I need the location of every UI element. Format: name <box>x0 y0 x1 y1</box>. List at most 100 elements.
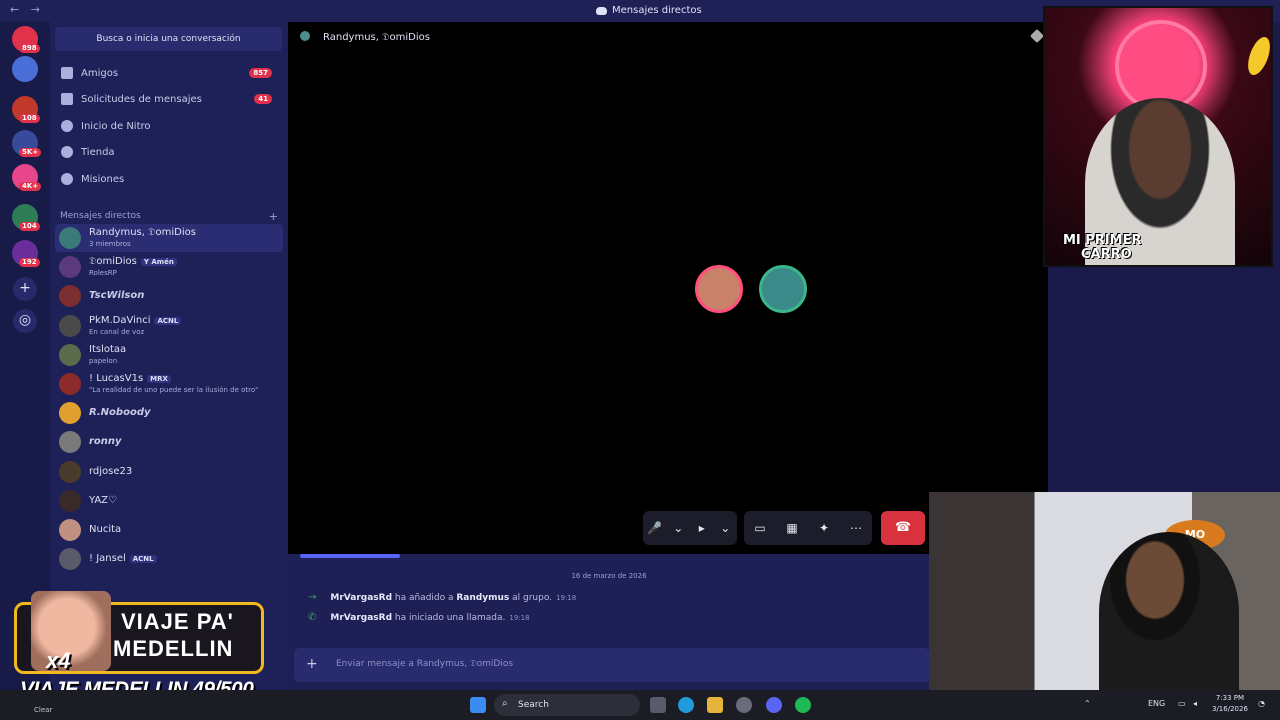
system-clock[interactable]: 7:33 PM 3/16/2026 <box>1212 693 1248 715</box>
history-nav: ← → <box>10 3 48 16</box>
caption-line-1: MI PRIMER <box>1063 233 1142 248</box>
activities-icon[interactable]: ▦ <box>784 521 800 535</box>
pin-icon[interactable] <box>1029 28 1045 44</box>
dm-item[interactable]: Itslotaa papelon <box>55 341 283 369</box>
dm-name: ! Jansel ACNL <box>89 553 157 564</box>
dm-item[interactable]: ! Jansel ACNL <box>55 545 283 573</box>
nav-item-tienda[interactable]: Tienda <box>58 140 280 164</box>
nav-item-inicio-de-nitro[interactable]: Inicio de Nitro <box>58 114 280 138</box>
nav-item-label: Misiones <box>81 173 125 185</box>
create-dm-icon[interactable]: + <box>269 210 278 223</box>
banner-face-image <box>31 591 111 671</box>
nav-item-amigos[interactable]: Amigos 857 <box>58 61 280 85</box>
network-icon[interactable]: ▭ <box>1178 699 1186 708</box>
message-actor[interactable]: MrVargasRd <box>330 613 392 623</box>
dm-name-text: YAZ♡ <box>89 494 117 506</box>
dm-status: "La realidad de uno puede ser la ilusión… <box>89 386 259 394</box>
chevron-down-icon[interactable]: ⌄ <box>670 521 686 535</box>
start-icon[interactable] <box>470 697 486 713</box>
discord-app-icon[interactable] <box>766 697 782 713</box>
microphone-icon[interactable]: 🎤 <box>647 521 663 535</box>
message-target[interactable]: Randymus <box>456 593 509 603</box>
avatar <box>59 227 81 249</box>
avatar <box>59 314 81 337</box>
message-input[interactable]: + Enviar mensaje a Randymus, 𝔇omiDios <box>294 648 930 682</box>
dm-item[interactable]: Randymus, 𝔇omiDios 3 miembros <box>55 224 283 252</box>
taskbar-search-label: Search <box>518 700 549 710</box>
search-icon: ⌕ <box>502 698 508 709</box>
guild-tag: MRX <box>147 375 171 383</box>
soundboard-icon[interactable]: ✦ <box>816 521 832 535</box>
dm-status: En canal de voz <box>89 327 145 336</box>
chevron-down-icon[interactable]: ⌄ <box>717 521 733 535</box>
server-icon[interactable] <box>12 56 38 82</box>
dm-item[interactable]: Nucita <box>55 516 283 544</box>
dm-name: YAZ♡ <box>89 495 117 506</box>
add-server-icon[interactable]: + <box>13 277 37 301</box>
message-input-placeholder: Enviar mensaje a Randymus, 𝔇omiDios <box>336 659 514 669</box>
message-text: ha añadido a <box>392 593 457 603</box>
dm-status: papelon <box>89 356 118 365</box>
dm-item[interactable]: ronny <box>55 428 283 456</box>
participant-avatar[interactable] <box>759 265 807 313</box>
avatar <box>59 460 81 483</box>
message-text: ha iniciado una llamada. <box>392 613 506 623</box>
dm-name: Nucita <box>89 524 121 535</box>
task-view-icon[interactable] <box>650 697 666 713</box>
tray-overflow-icon[interactable]: ⌃ <box>1084 699 1091 708</box>
dm-item[interactable]: TscWilson <box>55 282 283 310</box>
dm-name: R.Noboody <box>89 407 151 418</box>
back-arrow-icon[interactable]: ← <box>10 3 19 16</box>
dm-name: ronny <box>89 436 122 447</box>
discover-icon[interactable]: ◎ <box>13 309 37 333</box>
dm-item[interactable]: R.Noboody <box>55 399 283 427</box>
nav-item-label: Inicio de Nitro <box>81 120 151 132</box>
language-indicator[interactable]: ENG <box>1148 699 1165 708</box>
webcam-caption: MI PRIMER CARRO <box>1063 234 1142 262</box>
webcam-overlay-streamer: MI PRIMER CARRO <box>1043 6 1273 267</box>
forward-arrow-icon[interactable]: → <box>31 3 40 16</box>
attach-plus-icon[interactable]: + <box>306 656 318 672</box>
nav-item-label: Tienda <box>81 146 115 158</box>
taskbar-search[interactable]: ⌕ Search <box>494 694 640 716</box>
window-title-text: Mensajes directos <box>612 5 702 16</box>
edge-browser-icon[interactable] <box>678 697 694 713</box>
screen-share-icon[interactable]: ▭ <box>752 521 768 535</box>
dm-name-text: PkM.DaVinci <box>89 314 151 326</box>
volume-icon[interactable]: ◂ <box>1193 699 1197 708</box>
chat-panel: 16 de marzo de 2026 → MrVargasRd ha añadi… <box>288 554 930 690</box>
avatar <box>59 373 81 395</box>
dm-name: PkM.DaVinci ACNL <box>89 314 182 326</box>
search-conversation-button[interactable]: Busca o inicia una conversación <box>55 27 282 51</box>
nav-item-label: Solicitudes de mensajes <box>81 93 202 105</box>
dm-item[interactable]: 𝔇omiDios Y Amén RolesRP <box>55 253 283 281</box>
nav-item-misiones[interactable]: Misiones <box>58 167 280 191</box>
participant-avatar[interactable] <box>695 265 743 313</box>
nav-item-solicitudes-de-mensajes[interactable]: Solicitudes de mensajes 41 <box>58 87 280 111</box>
notification-bell-icon[interactable]: ◔ <box>1258 699 1265 708</box>
discord-logo-icon <box>596 6 607 15</box>
caption-line-2: CARRO <box>1081 247 1132 262</box>
dm-item[interactable]: YAZ♡ <box>55 487 283 515</box>
message-actor[interactable]: MrVargasRd <box>330 593 392 603</box>
spotify-icon[interactable] <box>795 697 811 713</box>
dm-item[interactable]: PkM.DaVinci ACNL En canal de voz <box>55 312 283 340</box>
weather-widget[interactable]: Clear <box>34 706 52 714</box>
chrome-browser-icon[interactable] <box>736 697 752 713</box>
call-resize-handle[interactable] <box>300 554 400 558</box>
server-badge: 192 <box>19 258 40 267</box>
dm-status: 3 miembros <box>89 240 131 248</box>
dm-name: Randymus, 𝔇omiDios <box>89 227 196 238</box>
more-options-icon[interactable]: ⋯ <box>848 521 864 535</box>
server-badge: 898 <box>19 44 40 53</box>
dm-header-label: Mensajes directos <box>60 211 141 221</box>
disconnect-button[interactable]: ☎ <box>881 511 925 545</box>
dm-item[interactable]: ! LucasV1s MRX "La realidad de uno puede s… <box>55 370 283 398</box>
avatar <box>59 519 81 541</box>
dm-name: rdjose23 <box>89 466 132 477</box>
camera-off-icon[interactable]: ▸ <box>694 521 710 535</box>
file-explorer-icon[interactable] <box>707 697 723 713</box>
group-dm-icon <box>300 31 310 41</box>
dm-item[interactable]: rdjose23 <box>55 458 283 486</box>
quests-icon <box>61 173 73 185</box>
